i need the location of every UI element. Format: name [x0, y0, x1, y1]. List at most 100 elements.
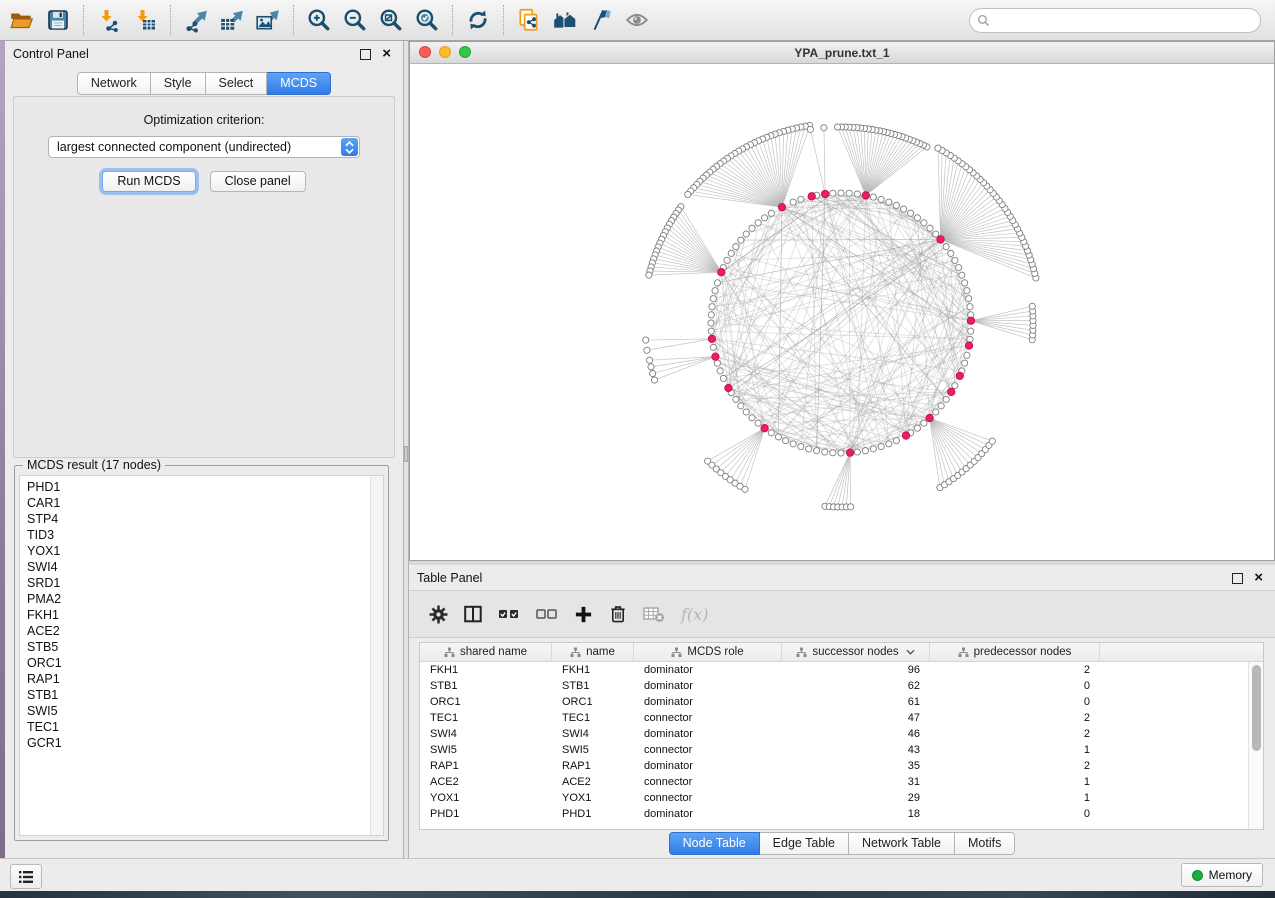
mcds-result-item[interactable]: STP4 — [27, 511, 370, 527]
criterion-dropdown[interactable]: largest connected component (undirected) — [48, 136, 360, 158]
graph-node[interactable] — [710, 296, 716, 302]
table-row[interactable]: RAP1RAP1dominator352 — [420, 758, 1263, 774]
table-row[interactable]: SWI5SWI5connector431 — [420, 742, 1263, 758]
graph-node[interactable] — [886, 441, 892, 447]
close-traffic-light[interactable] — [419, 46, 431, 58]
graph-node[interactable] — [838, 450, 844, 456]
zoom-fit-icon[interactable] — [373, 3, 409, 37]
graph-dominator-node[interactable] — [778, 203, 785, 210]
graph-node[interactable] — [738, 403, 744, 409]
import-network-icon[interactable] — [91, 3, 127, 37]
mcds-result-item[interactable]: STB1 — [27, 687, 370, 703]
graph-node[interactable] — [749, 225, 755, 231]
graph-node[interactable] — [822, 449, 828, 455]
graph-node[interactable] — [830, 190, 836, 196]
graph-node[interactable] — [806, 446, 812, 452]
graph-satellite-node[interactable] — [685, 191, 691, 197]
graph-dominator-node[interactable] — [708, 335, 715, 342]
graph-satellite-node[interactable] — [989, 438, 995, 444]
graph-satellite-node[interactable] — [648, 364, 654, 370]
mcds-result-item[interactable]: YOX1 — [27, 543, 370, 559]
graph-dominator-node[interactable] — [926, 414, 933, 421]
graph-node[interactable] — [962, 360, 968, 366]
add-column-icon[interactable] — [574, 605, 593, 624]
mcds-result-item[interactable]: ACE2 — [27, 623, 370, 639]
maximize-traffic-light[interactable] — [459, 46, 471, 58]
graph-node[interactable] — [914, 215, 920, 221]
delete-table-icon[interactable] — [643, 605, 665, 623]
graph-dominator-node[interactable] — [808, 193, 815, 200]
table-row[interactable]: STB1STB1dominator620 — [420, 678, 1263, 694]
graph-node[interactable] — [964, 352, 970, 358]
graph-node[interactable] — [901, 206, 907, 212]
graph-node[interactable] — [709, 304, 715, 310]
graph-node[interactable] — [921, 220, 927, 226]
show-column-icon[interactable] — [464, 605, 482, 623]
graph-node[interactable] — [854, 191, 860, 197]
graph-node[interactable] — [952, 257, 958, 263]
tab-motifs[interactable]: Motifs — [955, 832, 1015, 855]
graph-node[interactable] — [933, 231, 939, 237]
zoom-in-icon[interactable] — [301, 3, 337, 37]
graph-node[interactable] — [708, 320, 714, 326]
graph-node[interactable] — [755, 420, 761, 426]
memory-button[interactable]: Memory — [1181, 863, 1263, 887]
graph-node[interactable] — [964, 288, 970, 294]
graph-node[interactable] — [783, 438, 789, 444]
tab-network-table[interactable]: Network Table — [849, 832, 955, 855]
graph-node[interactable] — [790, 199, 796, 205]
graph-node[interactable] — [943, 396, 949, 402]
graph-satellite-node[interactable] — [643, 337, 649, 343]
column-header-name[interactable]: name — [552, 643, 634, 661]
close-panel-button[interactable]: Close panel — [210, 171, 306, 192]
graph-node[interactable] — [967, 336, 973, 342]
graph-node[interactable] — [838, 190, 844, 196]
graph-node[interactable] — [798, 196, 804, 202]
graph-node[interactable] — [870, 446, 876, 452]
graph-node[interactable] — [878, 196, 884, 202]
table-row[interactable]: YOX1YOX1connector291 — [420, 790, 1263, 806]
table-scrollbar[interactable] — [1248, 662, 1263, 829]
graph-node[interactable] — [708, 328, 714, 334]
unselect-all-icon[interactable] — [536, 606, 558, 622]
graph-node[interactable] — [775, 434, 781, 440]
close-table-panel-icon[interactable]: × — [1254, 573, 1263, 583]
tab-select[interactable]: Select — [206, 72, 268, 95]
graph-node[interactable] — [755, 220, 761, 226]
column-header-mcds-role[interactable]: MCDS role — [634, 643, 782, 661]
graph-node[interactable] — [830, 450, 836, 456]
network-analyzer-icon[interactable] — [547, 3, 583, 37]
mcds-list-scrollbar[interactable] — [370, 476, 383, 835]
network-window-titlebar[interactable]: YPA_prune.txt_1 — [410, 42, 1274, 64]
refresh-icon[interactable] — [460, 3, 496, 37]
graph-node[interactable] — [733, 243, 739, 249]
mcds-result-item[interactable]: CAR1 — [27, 495, 370, 511]
table-row[interactable]: FKH1FKH1dominator962 — [420, 662, 1263, 678]
minimize-traffic-light[interactable] — [439, 46, 451, 58]
graph-node[interactable] — [720, 375, 726, 381]
graph-satellite-node[interactable] — [935, 145, 941, 151]
run-mcds-button[interactable]: Run MCDS — [102, 171, 195, 192]
graph-dominator-node[interactable] — [725, 384, 732, 391]
open-icon[interactable] — [4, 3, 40, 37]
save-icon[interactable] — [40, 3, 76, 37]
search-input[interactable] — [969, 8, 1261, 33]
graph-node[interactable] — [714, 360, 720, 366]
delete-icon[interactable] — [609, 604, 627, 624]
table-scrollbar-thumb[interactable] — [1252, 665, 1261, 751]
graph-satellite-node[interactable] — [807, 126, 813, 132]
close-panel-icon[interactable]: × — [382, 49, 391, 59]
column-header-shared-name[interactable]: shared name — [420, 643, 552, 661]
mcds-result-item[interactable]: SRD1 — [27, 575, 370, 591]
graph-dominator-node[interactable] — [761, 424, 768, 431]
mcds-result-item[interactable]: GCR1 — [27, 735, 370, 751]
float-table-panel-icon[interactable] — [1232, 573, 1243, 584]
graph-dominator-node[interactable] — [948, 388, 955, 395]
graph-node[interactable] — [738, 237, 744, 243]
network-canvas[interactable] — [410, 64, 1274, 561]
graph-node[interactable] — [768, 430, 774, 436]
mcds-result-item[interactable]: STB5 — [27, 639, 370, 655]
mcds-result-item[interactable]: TEC1 — [27, 719, 370, 735]
graph-node[interactable] — [728, 250, 734, 256]
graph-satellite-node[interactable] — [1029, 303, 1035, 309]
